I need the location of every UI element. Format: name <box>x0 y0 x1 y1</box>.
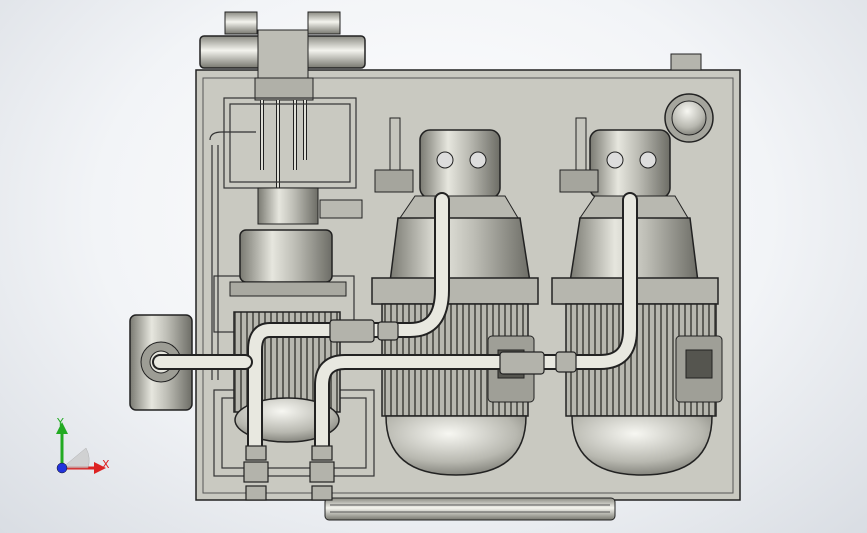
y-axis-label: Y <box>56 416 64 429</box>
cad-model-view[interactable]: Y X <box>0 0 867 533</box>
z-axis-dot <box>56 462 68 474</box>
x-axis-label: X <box>102 458 110 471</box>
cad-viewport[interactable]: Y X <box>0 0 867 533</box>
coordinate-triad: Y X <box>56 416 110 474</box>
